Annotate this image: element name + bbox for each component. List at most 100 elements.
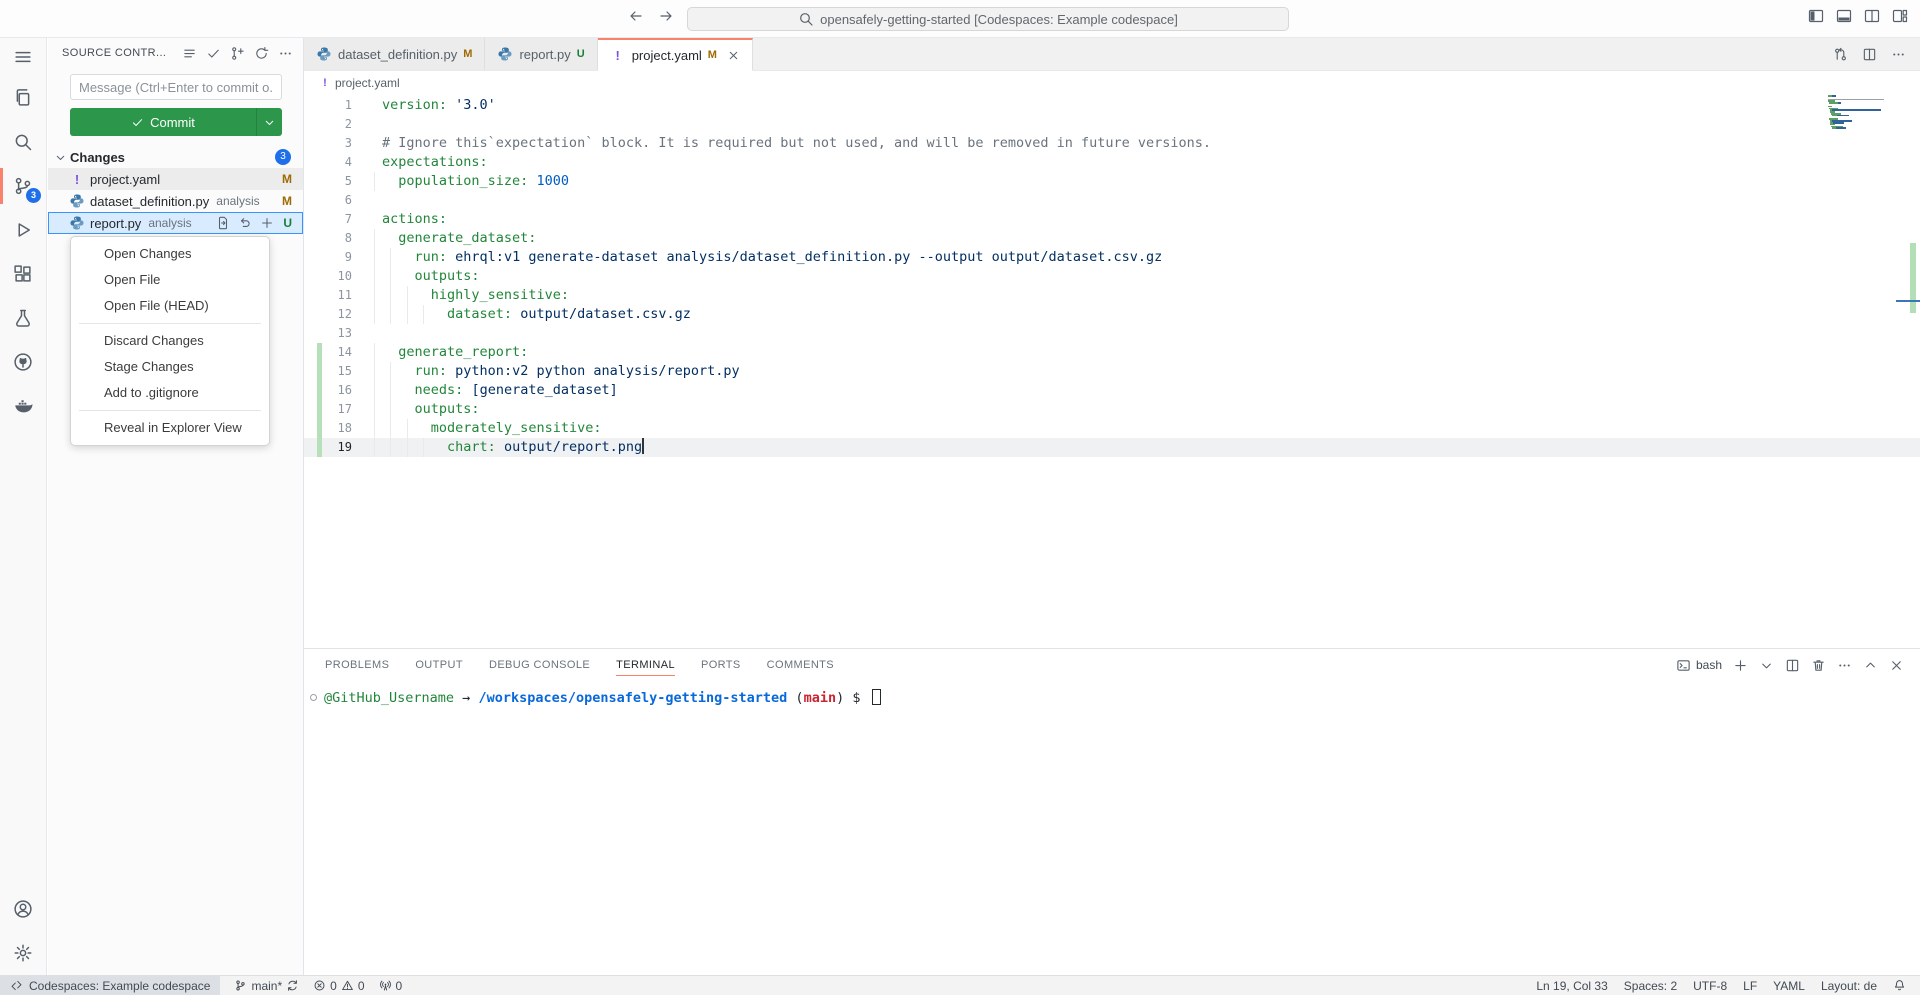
code-line-5[interactable]: 5 population_size: 1000 [304, 172, 1920, 191]
line-content: chart: output/report.png [382, 438, 644, 457]
split-terminal-icon[interactable] [1785, 658, 1800, 673]
kill-terminal-icon[interactable] [1811, 658, 1826, 673]
more-actions-icon[interactable] [278, 46, 293, 61]
view-sort-icon[interactable] [182, 46, 197, 61]
menu-button[interactable] [0, 38, 46, 76]
commit-icon[interactable] [206, 46, 221, 61]
sidebar-item-explorer[interactable] [0, 76, 46, 120]
code-line-18[interactable]: 18 moderately_sensitive: [304, 419, 1920, 438]
discard-icon[interactable] [238, 216, 252, 230]
line-number: 2 [316, 115, 352, 134]
toggle-secondary-sidebar-icon[interactable] [1864, 8, 1880, 24]
scm-file-dataset_definition.py[interactable]: dataset_definition.pyanalysisM [48, 190, 303, 212]
sidebar-item-search[interactable] [0, 120, 46, 164]
cursor-position[interactable]: Ln 19, Col 33 [1536, 976, 1607, 995]
code-line-14[interactable]: 14 generate_report: [304, 343, 1920, 362]
code-editor[interactable]: 1version: '3.0'23# Ignore this`expectati… [304, 95, 1920, 648]
menu-item-add-to-gitignore[interactable]: Add to .gitignore [71, 380, 269, 406]
scm-file-project.yaml[interactable]: !project.yamlM [48, 168, 303, 190]
open-changes-icon[interactable] [1833, 47, 1848, 62]
code-line-1[interactable]: 1version: '3.0' [304, 96, 1920, 115]
customize-layout-icon[interactable] [1892, 8, 1908, 24]
close-panel-icon[interactable] [1889, 658, 1904, 673]
panel-tab-ports[interactable]: PORTS [701, 649, 741, 681]
close-icon[interactable] [727, 49, 740, 62]
minimap[interactable] [1828, 95, 1904, 215]
code-line-3[interactable]: 3# Ignore this`expectation` block. It is… [304, 134, 1920, 153]
back-icon[interactable] [628, 8, 644, 24]
code-line-8[interactable]: 8 generate_dataset: [304, 229, 1920, 248]
breadcrumb[interactable]: ! project.yaml [304, 71, 1920, 95]
keyboard-layout[interactable]: Layout: de [1821, 976, 1877, 995]
terminal-dropdown-icon[interactable] [1759, 658, 1774, 673]
code-line-11[interactable]: 11 highly_sensitive: [304, 286, 1920, 305]
scm-file-report.py[interactable]: report.pyanalysisU [48, 212, 303, 234]
panel-tab-debug-console[interactable]: DEBUG CONSOLE [489, 649, 590, 681]
plus-icon[interactable] [260, 216, 274, 230]
accounts-button[interactable] [0, 887, 46, 931]
code-line-19[interactable]: 19 chart: output/report.png [304, 438, 1920, 457]
terminal[interactable]: @GitHub_Username → /workspaces/opensafel… [304, 681, 1920, 707]
code-line-13[interactable]: 13 [304, 324, 1920, 343]
language-mode[interactable]: YAML [1773, 976, 1805, 995]
panel-tab-output[interactable]: OUTPUT [415, 649, 463, 681]
sidebar-item-run-debug[interactable] [0, 208, 46, 252]
menu-item-open-file-head-[interactable]: Open File (HEAD) [71, 293, 269, 319]
sidebar-item-docker[interactable] [0, 384, 46, 428]
code-line-6[interactable]: 6 [304, 191, 1920, 210]
code-line-17[interactable]: 17 outputs: [304, 400, 1920, 419]
split-editor-icon[interactable] [1862, 47, 1877, 62]
menu-item-open-changes[interactable]: Open Changes [71, 241, 269, 267]
remote-indicator[interactable]: Codespaces: Example codespace [0, 976, 220, 995]
more-actions-icon[interactable] [1891, 47, 1906, 62]
sidebar-item-source-control[interactable]: 3 [0, 164, 46, 208]
changes-section-header[interactable]: Changes 3 [48, 146, 303, 168]
menu-item-open-file[interactable]: Open File [71, 267, 269, 293]
indentation[interactable]: Spaces: 2 [1624, 976, 1677, 995]
menu-item-reveal-in-explorer-view[interactable]: Reveal in Explorer View [71, 415, 269, 441]
code-line-12[interactable]: 12 dataset: output/dataset.csv.gz [304, 305, 1920, 324]
indent-guide [390, 419, 391, 438]
command-center-search[interactable]: opensafely-getting-started [Codespaces: … [687, 7, 1289, 31]
code-line-7[interactable]: 7actions: [304, 210, 1920, 229]
commit-dropdown[interactable] [256, 108, 282, 136]
commit-message-input[interactable] [70, 74, 282, 100]
forward-icon[interactable] [658, 8, 674, 24]
code-line-9[interactable]: 9 run: ehrql:v1 generate-dataset analysi… [304, 248, 1920, 267]
sidebar-item-github[interactable] [0, 340, 46, 384]
code-line-10[interactable]: 10 outputs: [304, 267, 1920, 286]
new-terminal-icon[interactable] [1733, 658, 1748, 673]
notifications-bell[interactable] [1893, 976, 1906, 995]
branch-indicator[interactable]: main* [234, 976, 299, 995]
tab-project.yaml[interactable]: !project.yamlM [598, 38, 753, 71]
sidebar-item-testing[interactable] [0, 296, 46, 340]
go-to-file-icon[interactable] [216, 216, 230, 230]
file-name: dataset_definition.py [90, 194, 209, 209]
sync-icon [286, 979, 299, 992]
maximize-panel-icon[interactable] [1863, 658, 1878, 673]
terminal-shell-label[interactable]: bash [1676, 658, 1722, 673]
menu-item-stage-changes[interactable]: Stage Changes [71, 354, 269, 380]
settings-button[interactable] [0, 931, 46, 975]
refresh-icon[interactable] [254, 46, 269, 61]
toggle-sidebar-icon[interactable] [1808, 8, 1824, 24]
menu-item-discard-changes[interactable]: Discard Changes [71, 328, 269, 354]
panel-tab-terminal[interactable]: TERMINAL [616, 649, 675, 681]
tab-dataset_definition.py[interactable]: dataset_definition.pyM [304, 38, 485, 70]
commit-button[interactable]: Commit [70, 108, 282, 136]
encoding[interactable]: UTF-8 [1693, 976, 1727, 995]
toggle-panel-icon[interactable] [1836, 8, 1852, 24]
ports-indicator[interactable]: 0 [379, 976, 403, 995]
sidebar-item-extensions[interactable] [0, 252, 46, 296]
code-line-16[interactable]: 16 needs: [generate_dataset] [304, 381, 1920, 400]
eol[interactable]: LF [1743, 976, 1757, 995]
problems-indicator[interactable]: 0 0 [313, 976, 364, 995]
tab-report.py[interactable]: report.pyU [485, 38, 597, 70]
code-line-2[interactable]: 2 [304, 115, 1920, 134]
panel-more-icon[interactable] [1837, 658, 1852, 673]
code-line-4[interactable]: 4expectations: [304, 153, 1920, 172]
panel-tab-problems[interactable]: PROBLEMS [325, 649, 389, 681]
code-line-15[interactable]: 15 run: python:v2 python analysis/report… [304, 362, 1920, 381]
graph-icon[interactable] [230, 46, 245, 61]
panel-tab-comments[interactable]: COMMENTS [767, 649, 834, 681]
